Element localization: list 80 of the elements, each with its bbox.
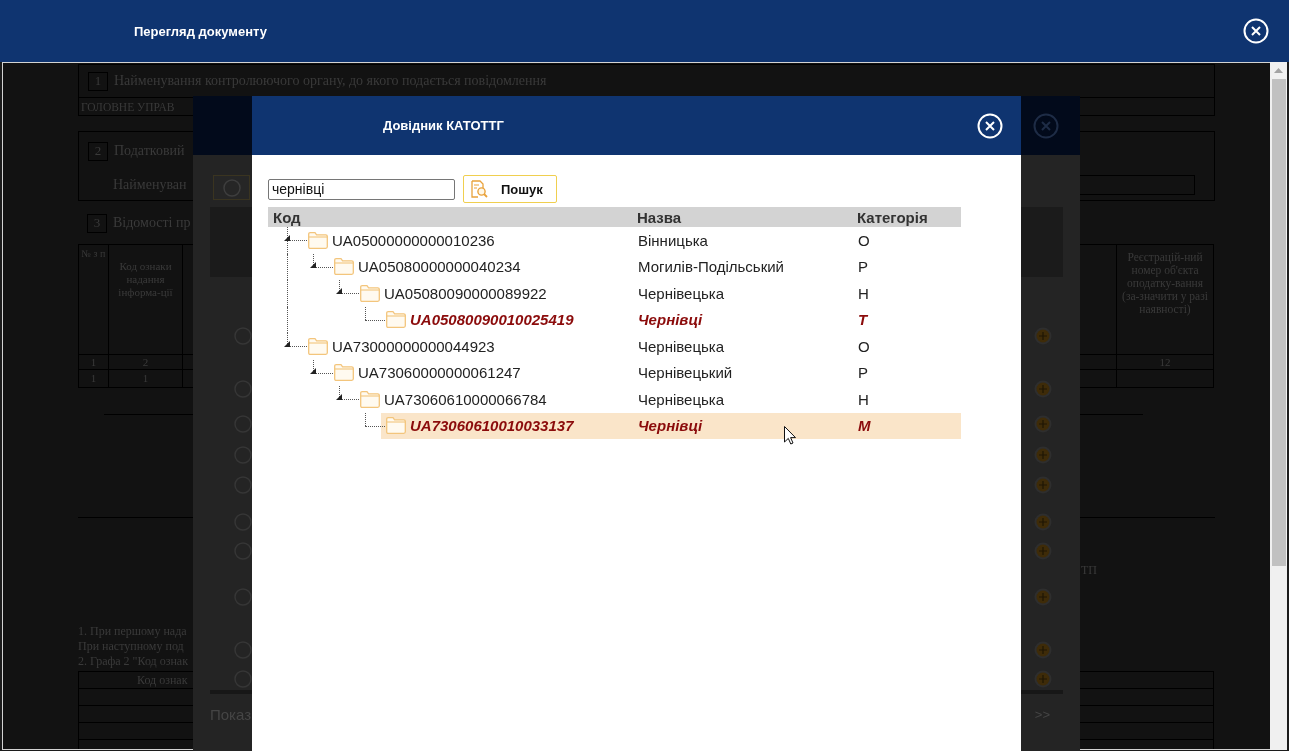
tree-node[interactable]: UA05080090010025419 Чернівці Т <box>381 306 961 333</box>
toolbar-button[interactable] <box>213 175 250 200</box>
triangle-icon[interactable] <box>310 261 316 268</box>
column-header: Категорія <box>856 208 929 226</box>
folder-icon <box>308 337 328 355</box>
node-code: UA73060000000061247 <box>358 364 522 382</box>
triangle-icon[interactable] <box>336 394 342 401</box>
window-title: Перегляд документу <box>134 23 267 39</box>
folder-icon <box>334 364 354 382</box>
circle-icon[interactable] <box>234 476 252 494</box>
tree-node[interactable]: UA73060610000066784 Чернівецька Н <box>355 386 961 413</box>
node-category: Н <box>858 284 869 302</box>
plus-circle-icon[interactable] <box>1034 670 1052 688</box>
node-category: Н <box>858 390 869 408</box>
node-code: UA05080090010025419 <box>410 311 575 329</box>
circle-icon[interactable] <box>234 588 252 606</box>
document-search-icon <box>470 180 488 198</box>
plus-circle-icon[interactable] <box>1034 641 1052 659</box>
node-category: Т <box>858 311 868 329</box>
circle-icon[interactable] <box>234 670 252 688</box>
plus-circle-icon[interactable] <box>1034 415 1052 433</box>
node-category: О <box>858 337 870 355</box>
tree-node[interactable]: UA05080090000089922 Чернівецька Н <box>355 280 961 307</box>
folder-icon <box>334 258 354 276</box>
node-name: Чернівці <box>638 311 703 329</box>
scrollbar[interactable] <box>1270 62 1287 750</box>
plus-circle-icon[interactable] <box>1034 588 1052 606</box>
node-code: UA05000000000010236 <box>332 231 496 249</box>
tree-node[interactable]: UA73060000000061247 Чернівецький Р <box>329 359 961 386</box>
triangle-icon[interactable] <box>284 235 290 242</box>
node-name: Чернівецька <box>638 390 725 408</box>
scroll-up-icon[interactable] <box>1274 68 1283 73</box>
tree-node[interactable]: UA73000000000044923 Чернівецька О <box>303 333 961 360</box>
node-category: О <box>858 231 870 249</box>
circle-icon <box>222 178 241 197</box>
search-field[interactable]: чернівці <box>268 178 455 200</box>
plus-circle-icon[interactable] <box>1034 380 1052 398</box>
triangle-icon[interactable] <box>310 367 316 374</box>
node-category: Р <box>858 364 868 382</box>
node-name: Чернівці <box>638 417 703 435</box>
node-code: UA73000000000044923 <box>332 337 496 355</box>
node-name: Чернівецька <box>638 337 725 355</box>
circle-icon[interactable] <box>234 513 252 531</box>
circle-icon[interactable] <box>234 446 252 464</box>
plus-circle-icon[interactable] <box>1034 542 1052 560</box>
folder-icon <box>386 417 406 435</box>
pointer-cursor-icon <box>784 426 796 445</box>
node-code: UA05080000000040234 <box>358 258 522 276</box>
node-code: UA05080090000089922 <box>384 284 548 302</box>
search-button[interactable]: Пошук <box>463 175 557 203</box>
node-category: Р <box>858 258 868 276</box>
plus-circle-icon[interactable] <box>1034 513 1052 531</box>
node-name: Вінницька <box>638 231 708 249</box>
dialog-title: Довідник КАТОТТГ <box>383 118 504 133</box>
node-code: UA73060610010033137 <box>410 417 575 435</box>
plus-circle-icon[interactable] <box>1034 476 1052 494</box>
folder-icon <box>360 390 380 408</box>
tree-node[interactable]: UA05080000000040234 Могилів-Подільський Р <box>329 253 961 280</box>
folder-icon <box>386 311 406 329</box>
node-name: Чернівецька <box>638 284 725 302</box>
folder-icon <box>308 231 328 249</box>
node-name: Могилів-Подільський <box>638 258 784 276</box>
triangle-icon[interactable] <box>284 341 290 348</box>
column-header: Назва <box>636 208 683 226</box>
node-category: М <box>858 417 871 435</box>
plus-circle-icon[interactable] <box>1034 446 1052 464</box>
circle-icon[interactable] <box>234 380 252 398</box>
circle-icon[interactable] <box>234 641 252 659</box>
plus-circle-icon[interactable] <box>1034 327 1052 345</box>
tree-node[interactable]: UA73060610010033137 Чернівці М <box>381 412 961 439</box>
circle-icon[interactable] <box>234 542 252 560</box>
node-code: UA73060610000066784 <box>384 390 548 408</box>
scrollbar-thumb[interactable] <box>1271 79 1286 566</box>
tree-node[interactable]: UA05000000000010236 Вінницька О <box>303 227 961 254</box>
circle-icon[interactable] <box>234 415 252 433</box>
folder-icon <box>360 284 380 302</box>
node-name: Чернівецький <box>638 364 733 382</box>
triangle-icon[interactable] <box>336 288 342 295</box>
column-header: Код <box>272 208 302 226</box>
circle-icon[interactable] <box>234 327 252 345</box>
